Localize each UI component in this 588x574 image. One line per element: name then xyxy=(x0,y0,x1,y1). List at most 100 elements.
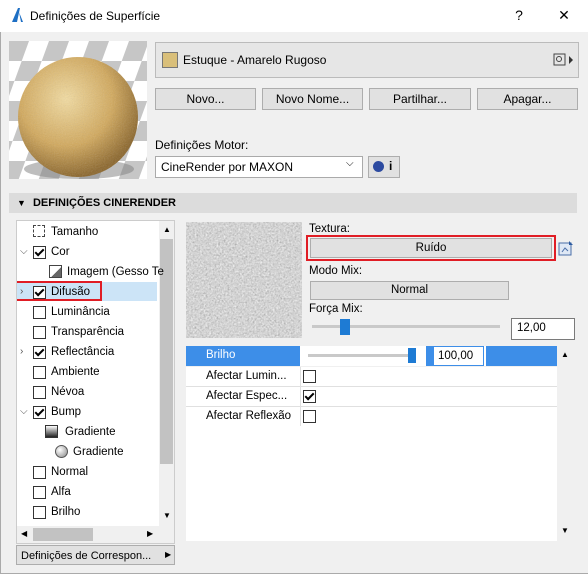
tree-item-label: Gradiente xyxy=(65,426,116,438)
mix-mode-button[interactable]: Normal xyxy=(310,281,509,300)
surface-name-bar[interactable]: Estuque - Amarelo Rugoso xyxy=(155,42,579,78)
property-row[interactable]: Afectar Reflexão xyxy=(186,407,557,427)
gradient-icon xyxy=(45,425,58,438)
surface-picker-icon[interactable] xyxy=(553,53,575,67)
tree-item[interactable]: › Reflectância xyxy=(17,342,157,362)
column-divider xyxy=(300,367,301,386)
expand-down-icon[interactable]: ⌵ xyxy=(20,242,28,262)
tree-item-label: Tamanho xyxy=(51,226,99,238)
tree-item[interactable]: › Difusão xyxy=(17,282,157,302)
scroll-down-icon[interactable]: ▼ xyxy=(163,511,171,520)
image-icon xyxy=(49,265,62,278)
tree-checkbox[interactable] xyxy=(33,326,46,339)
mix-strength-label: Força Mix: xyxy=(309,303,363,315)
brightness-track[interactable] xyxy=(308,354,416,357)
mix-strength-value: 12,00 xyxy=(517,322,546,334)
mix-strength-thumb[interactable] xyxy=(339,319,350,335)
tree-checkbox[interactable] xyxy=(33,386,46,399)
tree-item-label: Normal xyxy=(51,466,89,478)
tree-checkbox[interactable] xyxy=(33,366,46,379)
hscroll-thumb[interactable] xyxy=(33,528,93,541)
close-button[interactable]: ✕ xyxy=(550,4,578,26)
property-row[interactable]: Afectar Lumin... xyxy=(186,367,557,387)
tree-item[interactable]: Transparência xyxy=(17,322,157,342)
scroll-right-icon[interactable]: ▶ xyxy=(147,529,153,538)
tree-item[interactable]: Névoa xyxy=(17,382,157,402)
tree-item[interactable]: Imagem (Gesso Te xyxy=(17,262,164,282)
column-divider xyxy=(300,387,301,406)
channel-tree: ▲ ▼ ◀ ▶ Tamanho ⌵ Cor Imagem (Gesso Te › Difu… xyxy=(16,220,175,544)
material-preview xyxy=(9,41,147,179)
tree-hscrollbar[interactable]: ◀ ▶ xyxy=(17,526,159,543)
brightness-row[interactable]: Brilho 100,00 xyxy=(186,346,557,366)
title-bar: Definições de Superfície ? ✕ xyxy=(0,0,588,32)
brightness-row-fill xyxy=(486,346,557,366)
section-header[interactable]: ▼ DEFINIÇÕES CINERENDER xyxy=(9,193,577,213)
brightness-label-cell: Brilho xyxy=(186,346,300,366)
tree-checkbox[interactable] xyxy=(33,486,46,499)
tree-item[interactable]: Brilho xyxy=(17,502,157,522)
scroll-left-icon[interactable]: ◀ xyxy=(21,529,27,538)
scroll-up-icon[interactable]: ▲ xyxy=(163,225,171,234)
tree-item[interactable]: ⌵ Bump xyxy=(17,402,157,422)
engine-value: CineRender por MAXON xyxy=(161,160,294,174)
tree-checkbox[interactable] xyxy=(33,306,46,319)
mapping-settings-button[interactable]: Definições de Correspon... ▶ xyxy=(16,545,175,565)
expand-down-icon[interactable]: ⌵ xyxy=(20,402,28,422)
props-scroll-down-icon[interactable]: ▼ xyxy=(561,526,569,535)
brightness-label: Brilho xyxy=(206,349,236,361)
new-button[interactable]: Novo... xyxy=(155,88,256,110)
tree-item-label: Bump xyxy=(51,406,82,418)
tree-checkbox[interactable] xyxy=(33,246,46,259)
property-checkbox[interactable] xyxy=(303,410,316,423)
tree-checkbox[interactable] xyxy=(33,406,46,419)
property-label: Afectar Lumin... xyxy=(206,370,287,382)
delete-button[interactable]: Apagar... xyxy=(477,88,578,110)
tree-checkbox[interactable] xyxy=(33,466,46,479)
share-button[interactable]: Partilhar... xyxy=(369,88,471,110)
tree-item[interactable]: Gradiente xyxy=(17,422,157,442)
props-scrollbar[interactable]: ▲ ▼ xyxy=(557,346,574,541)
texture-preview xyxy=(186,222,302,338)
arrow-right-icon: ▶ xyxy=(165,550,172,559)
property-checkbox[interactable] xyxy=(303,390,316,403)
surface-color-swatch xyxy=(162,52,178,68)
mix-mode-label: Modo Mix: xyxy=(309,265,363,277)
texture-browse-icon[interactable] xyxy=(558,240,574,256)
props-empty-area xyxy=(186,426,557,541)
tree-item[interactable]: Ambiente xyxy=(17,362,157,382)
sphere-icon xyxy=(55,445,68,458)
chevron-down-icon: ⌵ xyxy=(346,158,354,169)
property-checkbox[interactable] xyxy=(303,370,316,383)
column-divider xyxy=(300,407,301,426)
texture-button[interactable]: Ruído xyxy=(310,238,552,258)
property-row[interactable]: Afectar Espec... xyxy=(186,387,557,407)
tree-item[interactable]: Tamanho xyxy=(17,222,157,242)
mix-strength-input[interactable]: 12,00 xyxy=(511,318,575,340)
brightness-thumb[interactable] xyxy=(408,348,416,363)
tree-item-label: Imagem (Gesso Te xyxy=(67,266,164,278)
tree-item[interactable]: Normal xyxy=(17,462,157,482)
expand-right-icon[interactable]: › xyxy=(20,282,23,302)
size-icon xyxy=(33,225,45,237)
tree-item[interactable]: Alfa xyxy=(17,482,157,502)
tree-item-label: Névoa xyxy=(51,386,85,398)
new-name-button[interactable]: Novo Nome... xyxy=(262,88,363,110)
expand-right-icon[interactable]: › xyxy=(20,342,23,362)
brightness-input[interactable]: 100,00 xyxy=(426,346,484,366)
tree-item[interactable]: ⌵ Cor xyxy=(17,242,157,262)
tree-checkbox[interactable] xyxy=(33,286,46,299)
surface-name: Estuque - Amarelo Rugoso xyxy=(183,53,327,67)
help-button[interactable]: ? xyxy=(505,4,533,26)
engine-info-button[interactable]: i xyxy=(368,156,400,178)
tree-checkbox[interactable] xyxy=(33,506,46,519)
tree-item[interactable]: Luminância xyxy=(17,302,157,322)
texture-label: Textura: xyxy=(309,223,350,235)
props-scroll-up-icon[interactable]: ▲ xyxy=(561,350,569,359)
tree-item-label: Cor xyxy=(51,246,70,258)
tree-checkbox[interactable] xyxy=(33,346,46,359)
mapping-settings-label: Definições de Correspon... xyxy=(21,550,152,562)
engine-select[interactable]: CineRender por MAXON ⌵ xyxy=(155,156,363,178)
property-label: Afectar Reflexão xyxy=(206,410,292,422)
tree-item[interactable]: Gradiente xyxy=(17,442,157,462)
